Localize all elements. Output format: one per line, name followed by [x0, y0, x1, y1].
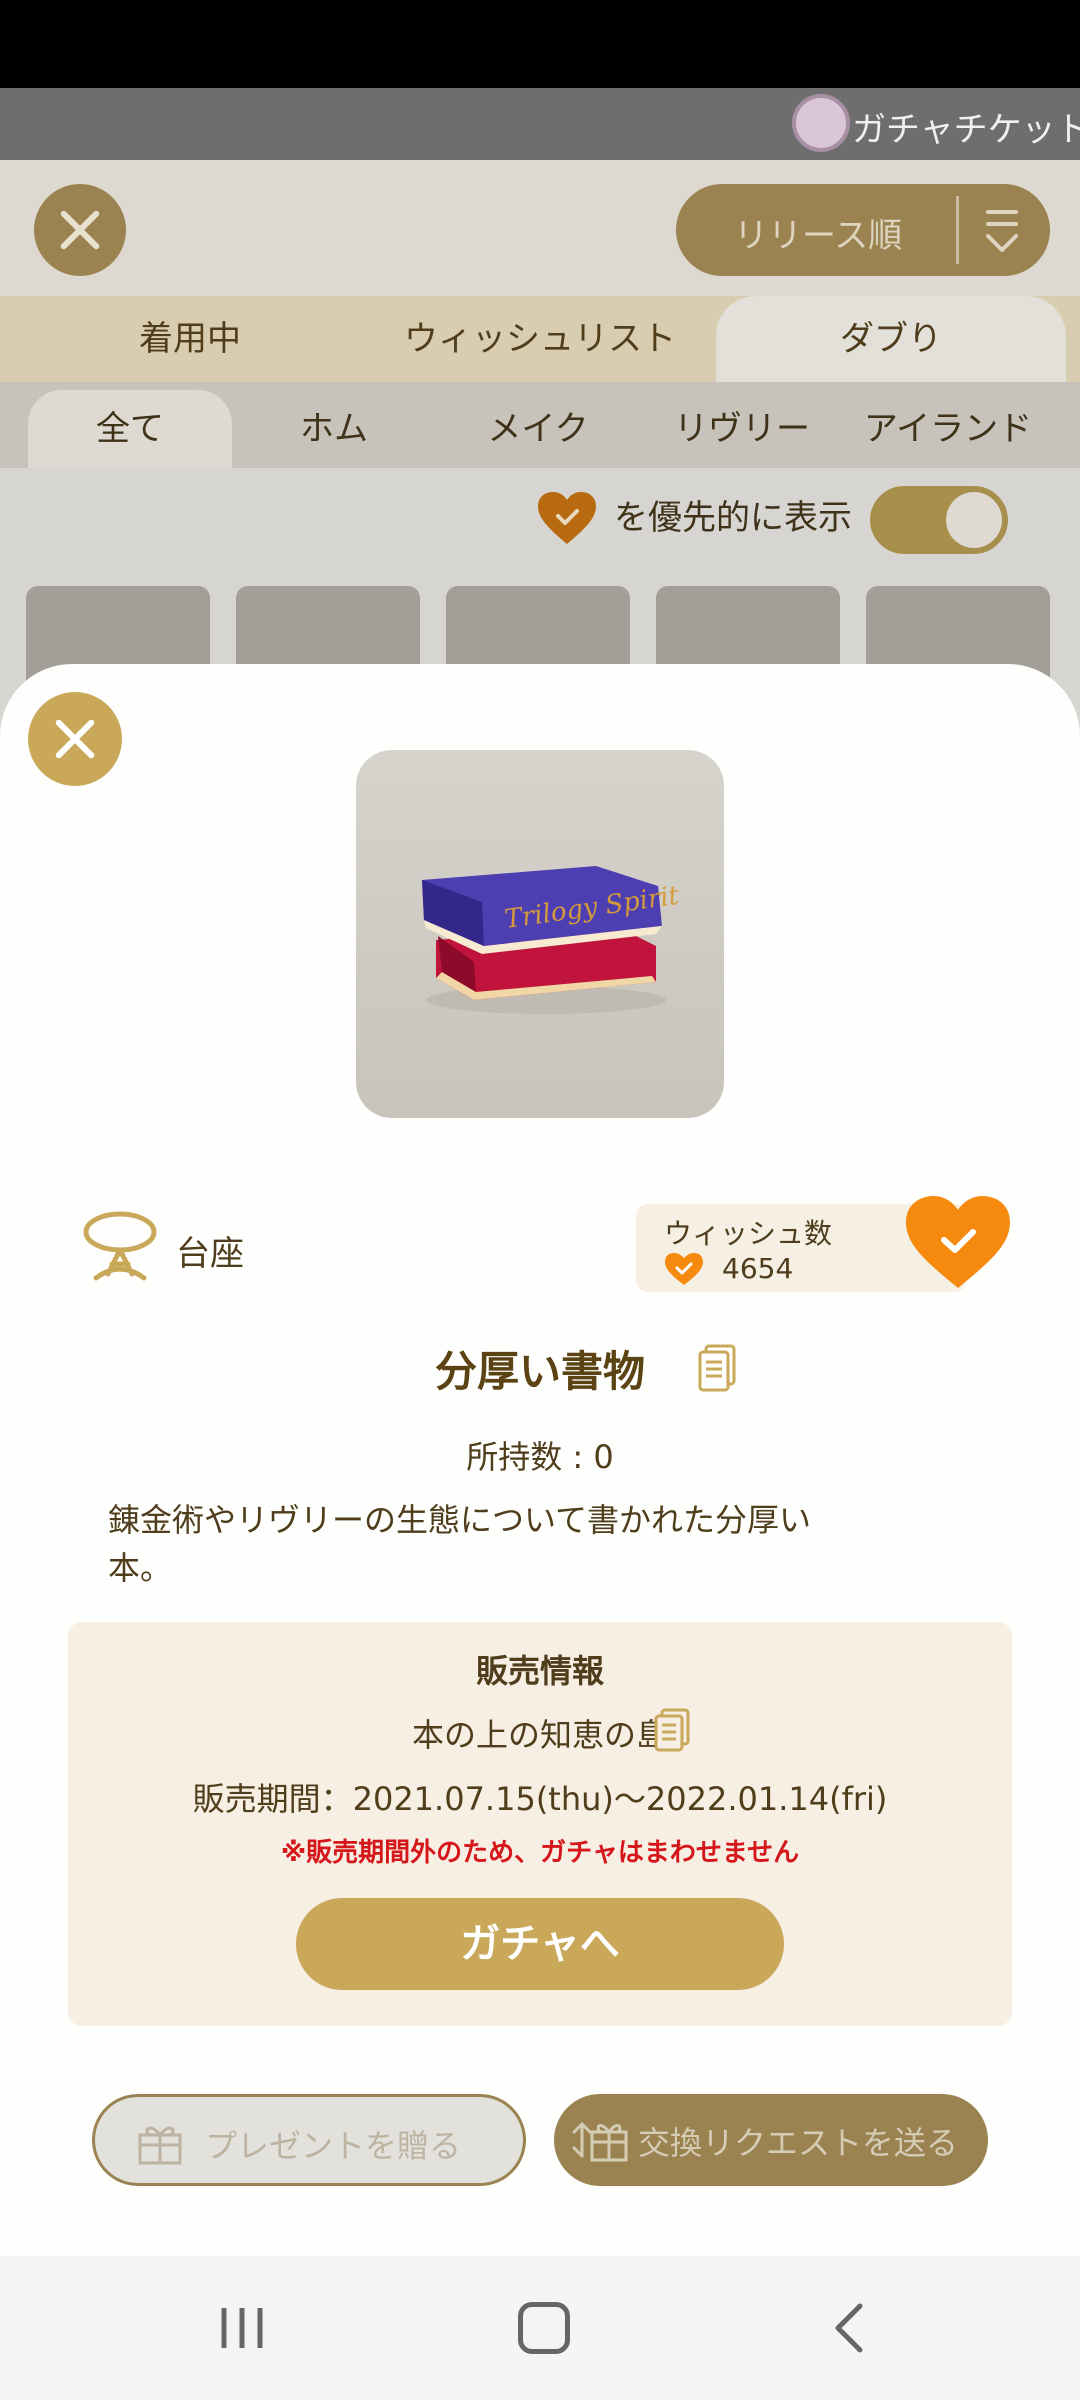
- book-stack-icon: Trilogy Spirit: [422, 866, 681, 1014]
- item-detail-sheet: Trilogy Spirit 台座 ウィッシュ数 4654 分厚い書物 所持数 …: [0, 664, 1080, 2256]
- priority-toggle[interactable]: [870, 486, 1008, 554]
- back-icon[interactable]: [828, 2302, 868, 2354]
- item-name: 分厚い書物: [0, 1338, 1080, 1399]
- priority-label: を優先的に表示: [614, 498, 852, 538]
- tab-all[interactable]: 全て: [28, 390, 232, 468]
- wish-count: 4654: [722, 1252, 794, 1285]
- exchange-request-button[interactable]: 交換リクエストを送る: [554, 2094, 988, 2186]
- description-line: 本。: [108, 1549, 173, 1587]
- navigation-bar: [0, 2256, 1080, 2400]
- gacha-button[interactable]: ガチャへ: [296, 1898, 784, 1990]
- toggle-knob: [946, 492, 1002, 548]
- owned-count: 所持数 : 0: [466, 1438, 614, 1476]
- present-button[interactable]: プレゼントを贈る: [92, 2094, 526, 2186]
- document-icon[interactable]: [698, 1344, 738, 1392]
- sort-label: リリース順: [734, 216, 903, 256]
- home-icon[interactable]: [518, 2302, 570, 2354]
- heart-check-icon: [538, 492, 596, 544]
- recents-icon[interactable]: [218, 2306, 266, 2350]
- close-icon[interactable]: [28, 692, 122, 786]
- sales-info-box: 販売情報 本の上の知恵の島 販売期間：2021.07.15(thu)〜2022.…: [68, 1622, 1012, 2026]
- tab-makeup[interactable]: メイク: [436, 390, 640, 468]
- present-label: プレゼントを贈る: [205, 2127, 462, 2165]
- divider: [956, 196, 959, 264]
- sort-icon: [986, 210, 1018, 252]
- sales-period: 販売期間：2021.07.15(thu)〜2022.01.14(fri): [192, 1780, 888, 1818]
- tab-duplicates[interactable]: ダブり: [716, 296, 1066, 382]
- wish-title: ウィッシュ数: [664, 1217, 833, 1250]
- sub-tabs: 全て ホム メイク リヴリー アイランド: [0, 382, 1080, 468]
- tab-wearing[interactable]: 着用中: [60, 296, 320, 382]
- tab-wishlist[interactable]: ウィッシュリスト: [360, 296, 720, 382]
- gift-icon: [138, 2126, 182, 2165]
- category-label: 台座: [176, 1234, 244, 1274]
- ticket-label: ガチャチケット: [852, 110, 1080, 150]
- status-bar: [0, 0, 1080, 88]
- sort-button[interactable]: リリース順: [676, 184, 1050, 276]
- tab-home[interactable]: ホム: [232, 390, 436, 468]
- document-icon[interactable]: [654, 1708, 690, 1752]
- wish-heart-button[interactable]: [904, 1194, 1012, 1290]
- sales-warning: ※販売期間外のため、ガチャはまわせません: [280, 1838, 800, 1868]
- priority-row: を優先的に表示: [0, 468, 1080, 564]
- tab-island[interactable]: アイランド: [844, 390, 1052, 468]
- mascot-icon: [792, 94, 850, 152]
- ticket-bar: ガチャチケット: [0, 88, 1080, 160]
- pedestal-icon: [83, 1211, 157, 1281]
- exchange-gift-icon: [572, 2122, 628, 2162]
- sales-event: 本の上の知恵の島: [411, 1716, 668, 1754]
- sales-title: 販売情報: [475, 1652, 604, 1690]
- tab-livly[interactable]: リヴリー: [640, 390, 844, 468]
- item-name-text: 分厚い書物: [434, 1347, 645, 1396]
- exchange-label: 交換リクエストを送る: [638, 2124, 959, 2162]
- top-row: リリース順: [0, 160, 1080, 296]
- heart-check-icon: [665, 1253, 703, 1285]
- close-icon[interactable]: [34, 184, 126, 276]
- item-description: 錬金術やリヴリーの生態について書かれた分厚い 本。: [108, 1496, 908, 1592]
- description-line: 錬金術やリヴリーの生態について書かれた分厚い: [108, 1501, 812, 1539]
- main-tabs: 着用中 ウィッシュリスト ダブり: [0, 296, 1080, 382]
- item-image: Trilogy Spirit: [356, 750, 724, 1118]
